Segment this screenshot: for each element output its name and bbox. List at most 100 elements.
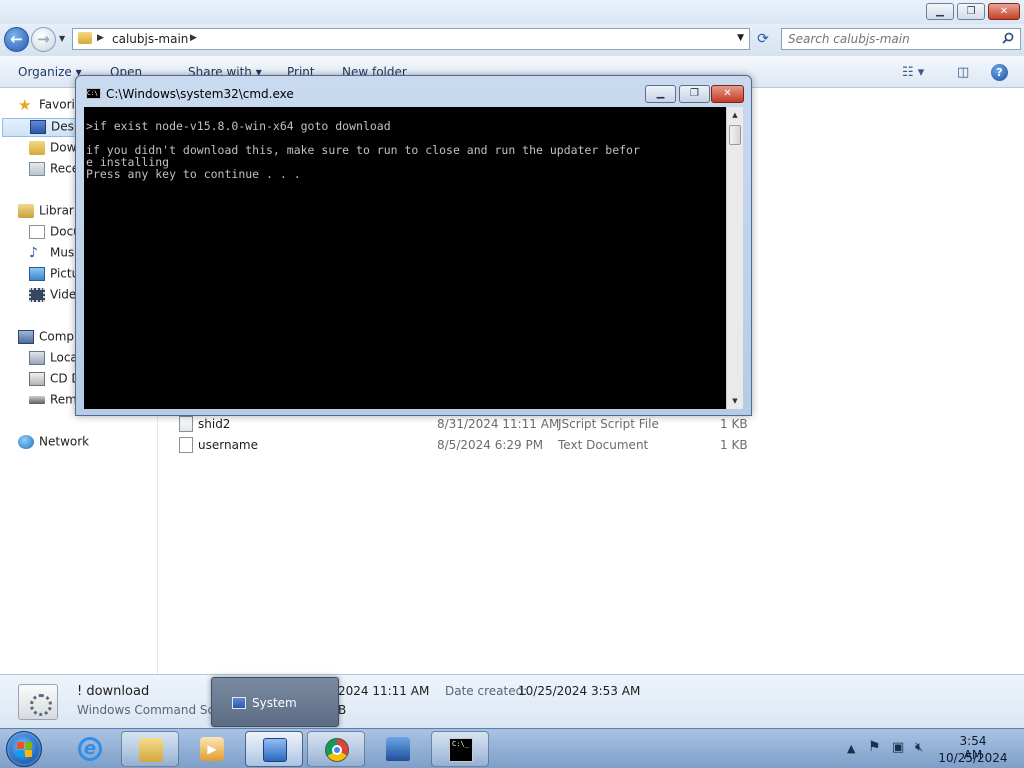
nav-item-pictures[interactable]: Pictu [29, 266, 79, 285]
nav-item-network[interactable]: Network [18, 434, 89, 453]
folder-icon [78, 32, 92, 44]
cmd-window[interactable]: C:\ C:\Windows\system32\cmd.exe ▁ ❐ ✕ >i… [75, 75, 752, 416]
file-size: 1 KB [720, 417, 748, 431]
removable-drive-icon [29, 395, 45, 404]
nav-item-computer[interactable]: Comp [18, 329, 74, 348]
taskbar-cmd-button[interactable]: C:\_ [431, 731, 489, 767]
file-row-username[interactable]: username 8/5/2024 6:29 PM Text Document … [176, 435, 751, 455]
search-input[interactable] [788, 31, 998, 47]
music-note-icon: ♪ [29, 245, 38, 261]
taskbar-chrome-button[interactable] [307, 731, 365, 767]
file-type: JScript Script File [558, 417, 659, 431]
volume-muted-icon[interactable]: 🔇︎ [915, 740, 923, 755]
console-output[interactable]: >if exist node-v15.8.0-win-x64 goto down… [84, 107, 726, 409]
date-created-value: 10/25/2024 3:53 AM [518, 684, 641, 698]
popup-label: System [252, 696, 297, 710]
clock-date[interactable]: 10/25/2024 [937, 751, 1009, 765]
nav-item-cd-drive[interactable]: CD D [29, 371, 81, 390]
taskbar: e ▶ C:\_ ▲ ⚑ ▣ 🔇︎ 3:54 AM 10/25/2024 [0, 728, 1024, 768]
batch-file-gear-icon [18, 684, 58, 720]
file-name: username [198, 438, 258, 452]
search-icon[interactable] [1002, 32, 1014, 44]
forward-button[interactable]: → [31, 27, 56, 52]
selected-file-type: Windows Command Scrip [77, 703, 230, 717]
explorer-maximize-button[interactable]: ❐ [957, 3, 985, 20]
details-pane: ! download Windows Command Scrip 2024 11… [0, 674, 1024, 728]
nav-item-libraries[interactable]: Librari [18, 203, 77, 222]
command-prompt-icon: C:\_ [449, 738, 473, 762]
selected-file-name: ! download [77, 684, 150, 699]
scroll-up-icon[interactable]: ▲ [727, 107, 743, 123]
file-size: 1 KB [720, 438, 748, 452]
taskbar-ie-button[interactable]: e [61, 731, 119, 767]
media-player-icon: ▶ [200, 737, 224, 761]
date-created-label: Date created: [445, 684, 528, 698]
address-dropdown-icon[interactable]: ▼ [737, 33, 744, 43]
network-status-icon[interactable]: ▣ [892, 740, 904, 755]
computer-icon [18, 329, 34, 344]
show-hidden-icons-chevron-icon[interactable]: ▲ [847, 742, 855, 755]
cmd-minimize-button[interactable]: ▁ [645, 85, 676, 103]
downloads-folder-icon [29, 140, 45, 155]
nav-item-local-disk[interactable]: Loca [29, 350, 78, 369]
cmd-icon: C:\ [86, 88, 101, 99]
console-line: Press any key to continue . . . [86, 167, 301, 181]
cmd-maximize-button[interactable]: ❐ [679, 85, 710, 103]
nav-item-recent[interactable]: Rece [29, 161, 79, 180]
search-box[interactable] [781, 28, 1021, 50]
taskbar-app-button[interactable] [369, 731, 427, 767]
file-name: shid2 [198, 417, 231, 431]
taskbar-system-button[interactable] [245, 731, 303, 767]
system-window-icon [232, 697, 246, 709]
breadcrumb-arrow-icon[interactable]: ▶ [190, 33, 197, 43]
folder-icon [139, 738, 163, 762]
network-globe-icon [18, 434, 34, 449]
nav-item-favorites[interactable]: ★ Favorit [18, 97, 80, 116]
console-scrollbar[interactable]: ▲ ▼ [726, 107, 743, 409]
star-icon: ★ [18, 97, 32, 114]
address-bar[interactable]: ▶ calubjs-main ▶ ▼ [72, 28, 750, 50]
view-options-icon[interactable]: ☷ ▾ [902, 65, 924, 80]
selected-file-size: B [338, 703, 347, 717]
start-button[interactable] [6, 731, 42, 767]
nav-item-music[interactable]: ♪ Mus [29, 245, 74, 264]
application-icon [386, 737, 410, 761]
console-line: if you didn't download this, make sure t… [86, 143, 640, 157]
file-date: 8/5/2024 6:29 PM [437, 438, 544, 452]
nav-item-videos[interactable]: Vide [29, 287, 76, 306]
scroll-down-icon[interactable]: ▼ [727, 393, 743, 409]
explorer-close-button[interactable]: ✕ [988, 3, 1020, 20]
cd-drive-icon [29, 371, 45, 386]
action-center-flag-icon[interactable]: ⚑ [868, 739, 881, 755]
taskbar-explorer-button[interactable] [121, 731, 179, 767]
back-button[interactable]: ← [4, 27, 29, 52]
nav-item-removable[interactable]: Rem [29, 392, 77, 411]
breadcrumb-current[interactable]: calubjs-main [112, 32, 188, 46]
explorer-minimize-button[interactable]: ▁ [926, 3, 954, 20]
taskbar-thumbnail-popup[interactable]: System [211, 677, 339, 727]
nav-item-documents[interactable]: Docu [29, 224, 81, 243]
internet-explorer-icon: e [78, 737, 102, 761]
desktop-icon [30, 119, 46, 134]
refresh-button[interactable]: ⟳ [752, 28, 774, 50]
file-row-shid2[interactable]: shid2 8/31/2024 11:11 AM JScript Script … [176, 414, 751, 434]
system-control-panel-icon [263, 738, 287, 762]
taskbar-media-player-button[interactable]: ▶ [183, 731, 241, 767]
recent-pages-dropdown[interactable]: ▼ [59, 34, 65, 43]
console-line: >if exist node-v15.8.0-win-x64 goto down… [86, 119, 391, 133]
script-file-icon [179, 416, 193, 432]
preview-pane-icon[interactable]: ◫ [957, 65, 969, 80]
explorer-title-bar: ▁ ❐ ✕ [0, 0, 1024, 24]
help-icon[interactable]: ? [991, 64, 1008, 81]
film-strip-icon [29, 287, 45, 302]
file-type: Text Document [558, 438, 649, 452]
breadcrumb-arrow-icon[interactable]: ▶ [97, 33, 104, 43]
scroll-thumb[interactable] [729, 125, 741, 145]
text-document-icon [179, 437, 193, 453]
recent-places-icon [29, 161, 45, 176]
cmd-close-button[interactable]: ✕ [711, 85, 744, 103]
organize-button[interactable]: Organize ▾ [18, 65, 82, 79]
selected-file-modified: 2024 11:11 AM [338, 684, 430, 698]
pictures-icon [29, 266, 45, 281]
nav-item-downloads[interactable]: Dow [29, 140, 76, 159]
